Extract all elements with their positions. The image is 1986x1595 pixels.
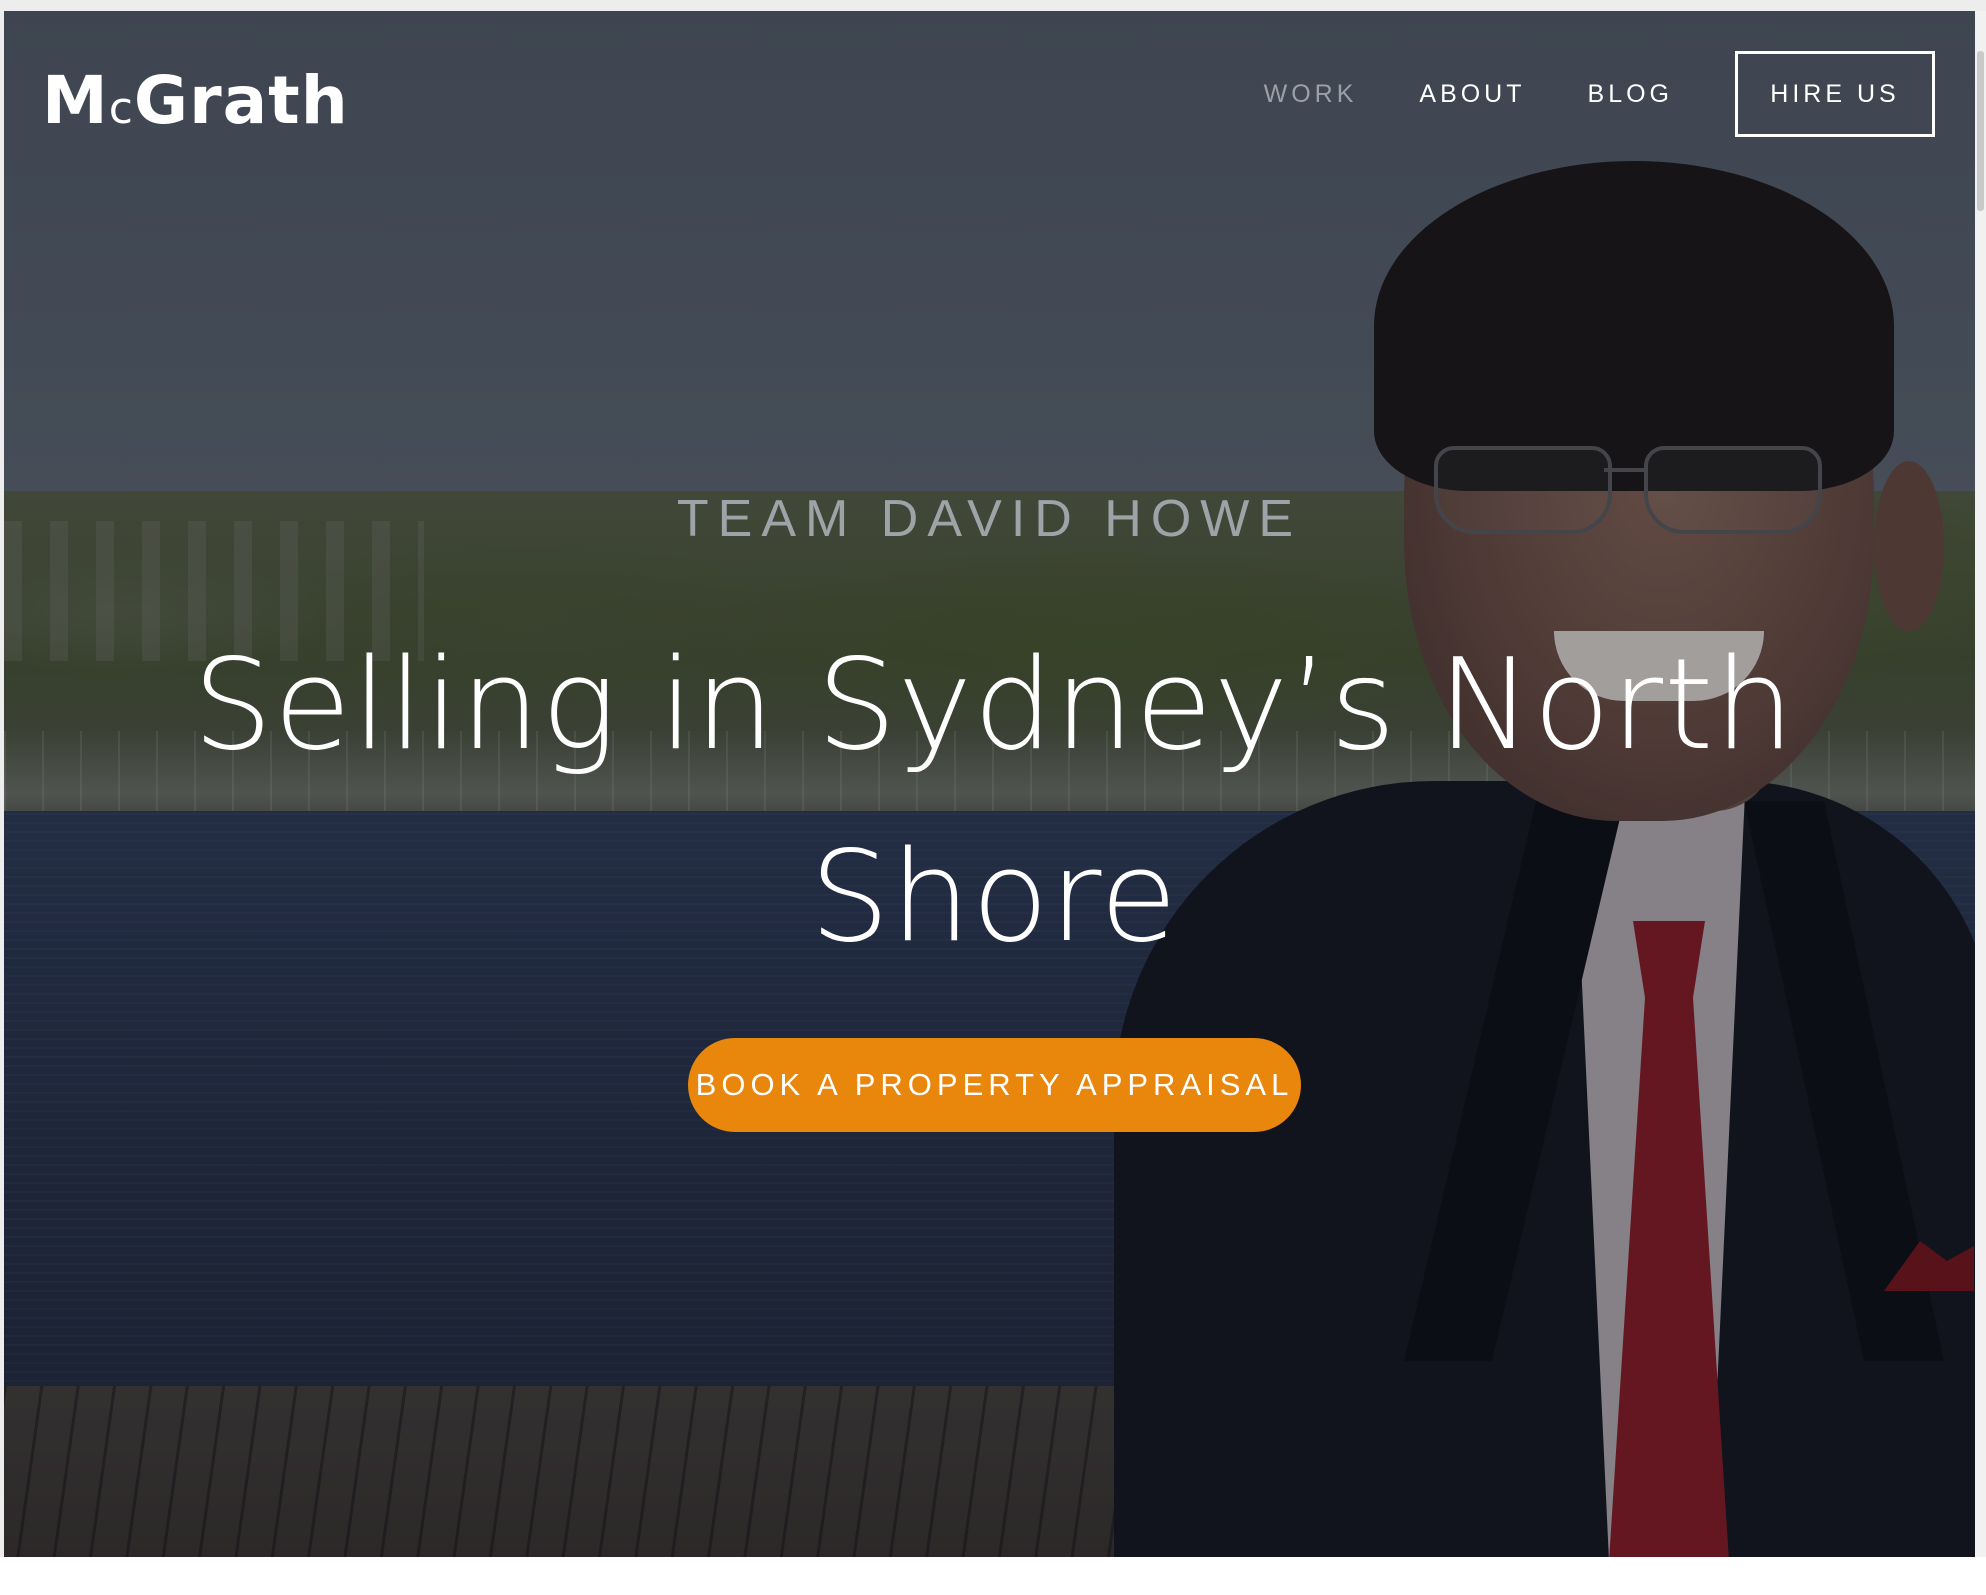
scrollbar-thumb[interactable]	[1977, 51, 1984, 211]
page-scrollbar[interactable]	[1975, 11, 1986, 1557]
nav-links: WORK ABOUT BLOG HIRE US	[1202, 51, 1935, 137]
hero-section: McGrath WORK ABOUT BLOG HIRE US TEAM DAV…	[4, 11, 1975, 1557]
mcgrath-logo[interactable]: McGrath	[42, 61, 349, 149]
book-appraisal-button[interactable]: BOOK A PROPERTY APPRAISAL	[688, 1038, 1301, 1132]
top-navigation: McGrath WORK ABOUT BLOG HIRE US	[4, 11, 1975, 171]
hero-headline: Selling in Sydney’s North Shore	[192, 631, 1796, 970]
below-fold-section	[0, 1557, 1986, 1595]
hero-eyebrow: TEAM DAVID HOWE	[676, 490, 1303, 548]
hire-us-button[interactable]: HIRE US	[1735, 51, 1935, 137]
nav-link-blog[interactable]: BLOG	[1588, 80, 1673, 109]
logo-letter-m: M	[42, 62, 109, 139]
logo-letters-grath: Grath	[133, 62, 349, 139]
logo-letter-c: c	[108, 83, 134, 134]
nav-link-about[interactable]: ABOUT	[1419, 80, 1525, 109]
nav-link-work[interactable]: WORK	[1264, 80, 1358, 109]
